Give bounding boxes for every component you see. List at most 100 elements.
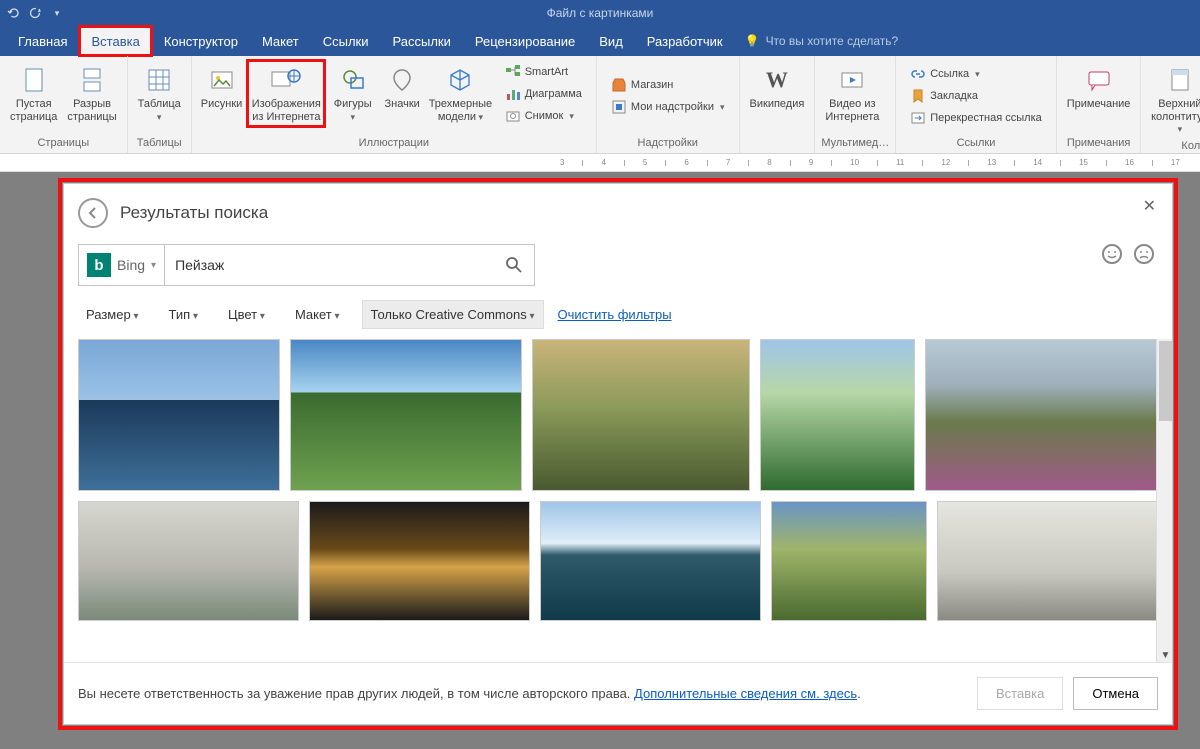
my-addins-button[interactable]: Мои надстройки▾ [607,97,729,117]
group-pages-label: Страницы [6,137,121,151]
disclaimer-link[interactable]: Дополнительные сведения см. здесь [634,686,857,701]
filter-layout[interactable]: Макет [287,301,348,328]
smartart-button[interactable]: SmartArt [501,62,586,82]
group-addins-label: Надстройки [603,137,733,151]
online-pictures-button[interactable]: Изображения из Интернета [247,60,325,127]
results-scrollbar[interactable]: ▲ ▼ [1156,339,1172,662]
feedback-sad-icon[interactable] [1134,244,1154,264]
blank-page-button[interactable]: Пустая страница [6,60,61,127]
pictures-button[interactable]: Рисунки [198,60,246,115]
tab-layout[interactable]: Макет [250,26,311,56]
group-media: Видео из Интернета Мультимед… [815,56,896,153]
result-thumbnail[interactable] [78,501,299,621]
result-thumbnail[interactable] [925,339,1158,491]
page-break-icon [76,64,108,96]
group-pages: Пустая страница Разрыв страницы Страницы [0,56,128,153]
search-icon [505,256,523,274]
filter-type[interactable]: Тип [161,301,206,328]
tell-me-search[interactable]: 💡 Что вы хотите сделать? [745,26,899,56]
document-title: Файл с картинками [0,6,1200,20]
group-tables-label: Таблицы [134,137,185,151]
tab-view[interactable]: Вид [587,26,635,56]
result-thumbnail[interactable] [937,501,1158,621]
result-thumbnail[interactable] [309,501,530,621]
group-wikipedia: W Википедия [740,56,816,153]
group-links: Ссылка▾ Закладка Перекрестная ссылка Ссы… [896,56,1057,153]
tab-developer[interactable]: Разработчик [635,26,735,56]
group-links-label: Ссылки [902,137,1050,151]
result-thumbnail[interactable] [771,501,926,621]
disclaimer-text: Вы несете ответственность за уважение пр… [78,686,861,701]
dialog-title: Результаты поиска [120,203,268,223]
online-pictures-dialog: ✕ Результаты поиска b Bing ▾ Размер Тип … [63,183,1173,725]
screenshot-button[interactable]: Снимок▾ [501,106,586,126]
tab-mailings[interactable]: Рассылки [381,26,463,56]
filter-cc[interactable]: Только Creative Commons [362,300,544,329]
crossref-button[interactable]: Перекрестная ссылка [906,108,1046,128]
blank-page-icon [18,64,50,96]
search-button[interactable] [494,245,534,285]
result-thumbnail[interactable] [78,339,280,491]
pictures-icon [206,64,238,96]
group-headerfooter-label: Колонти… [1147,140,1200,154]
result-thumbnail[interactable] [290,339,523,491]
ribbon-tabs: Главная Вставка Конструктор Макет Ссылки… [0,26,1200,56]
search-provider-bing[interactable]: b Bing ▾ [78,244,165,286]
comment-button[interactable]: Примечание [1063,60,1135,115]
result-thumbnail[interactable] [532,339,749,491]
ribbon: Пустая страница Разрыв страницы Страницы… [0,56,1200,154]
tab-references[interactable]: Ссылки [311,26,381,56]
scrollbar-thumb[interactable] [1159,341,1172,421]
close-button[interactable]: ✕ [1139,192,1160,220]
bookmark-button[interactable]: Закладка [906,86,1046,106]
qat-dropdown-icon[interactable]: ▾ [50,6,64,20]
bookmark-icon [910,88,926,104]
tab-review[interactable]: Рецензирование [463,26,587,56]
store-icon [611,77,627,93]
horizontal-ruler: 34567891011121314151617 [0,154,1200,172]
scroll-down-icon[interactable]: ▼ [1157,646,1172,662]
video-icon [836,64,868,96]
store-button[interactable]: Магазин [607,75,729,95]
clear-filters-link[interactable]: Очистить фильтры [558,307,672,322]
shapes-button[interactable]: Фигуры [327,60,378,127]
group-illustrations-label: Иллюстрации [198,137,590,151]
crossref-icon [910,110,926,126]
title-bar: ▾ Файл с картинками [0,0,1200,26]
chart-button[interactable]: Диаграмма [501,84,586,104]
filter-color[interactable]: Цвет [220,301,273,328]
tab-home[interactable]: Главная [6,26,79,56]
undo-icon[interactable] [6,6,20,20]
filter-size[interactable]: Размер [78,301,147,328]
arrow-left-icon [85,205,101,221]
icons-button[interactable]: Значки [380,60,424,115]
shapes-icon [337,64,369,96]
filters-bar: Размер Тип Цвет Макет Только Creative Co… [64,296,1172,339]
comment-icon [1083,64,1115,96]
cube-icon [444,64,476,96]
group-addins: Магазин Мои надстройки▾ Надстройки [597,56,740,153]
back-button[interactable] [78,198,108,228]
wikipedia-icon: W [761,64,793,96]
feedback-happy-icon[interactable] [1102,244,1122,264]
wikipedia-button[interactable]: W Википедия [746,60,809,115]
3d-models-button[interactable]: Трехмерные модели [426,60,495,127]
result-thumbnail[interactable] [540,501,761,621]
group-illustrations: Рисунки Изображения из Интернета Фигуры … [192,56,597,153]
repeat-icon[interactable] [28,6,42,20]
tab-design[interactable]: Конструктор [152,26,250,56]
lightbulb-icon: 💡 [745,34,760,48]
search-results: ▲ ▼ [64,339,1172,662]
page-break-button[interactable]: Разрыв страницы [63,60,120,127]
tab-insert[interactable]: Вставка [79,26,151,56]
table-icon [143,64,175,96]
online-pictures-icon [270,64,302,96]
cancel-button[interactable]: Отмена [1073,677,1158,710]
result-thumbnail[interactable] [760,339,916,491]
online-video-button[interactable]: Видео из Интернета [821,60,883,127]
search-input[interactable] [165,257,494,273]
icons-icon [386,64,418,96]
header-button[interactable]: Верхний колонтитул [1147,60,1200,140]
table-button[interactable]: Таблица [134,60,185,127]
link-button[interactable]: Ссылка▾ [906,64,1046,84]
